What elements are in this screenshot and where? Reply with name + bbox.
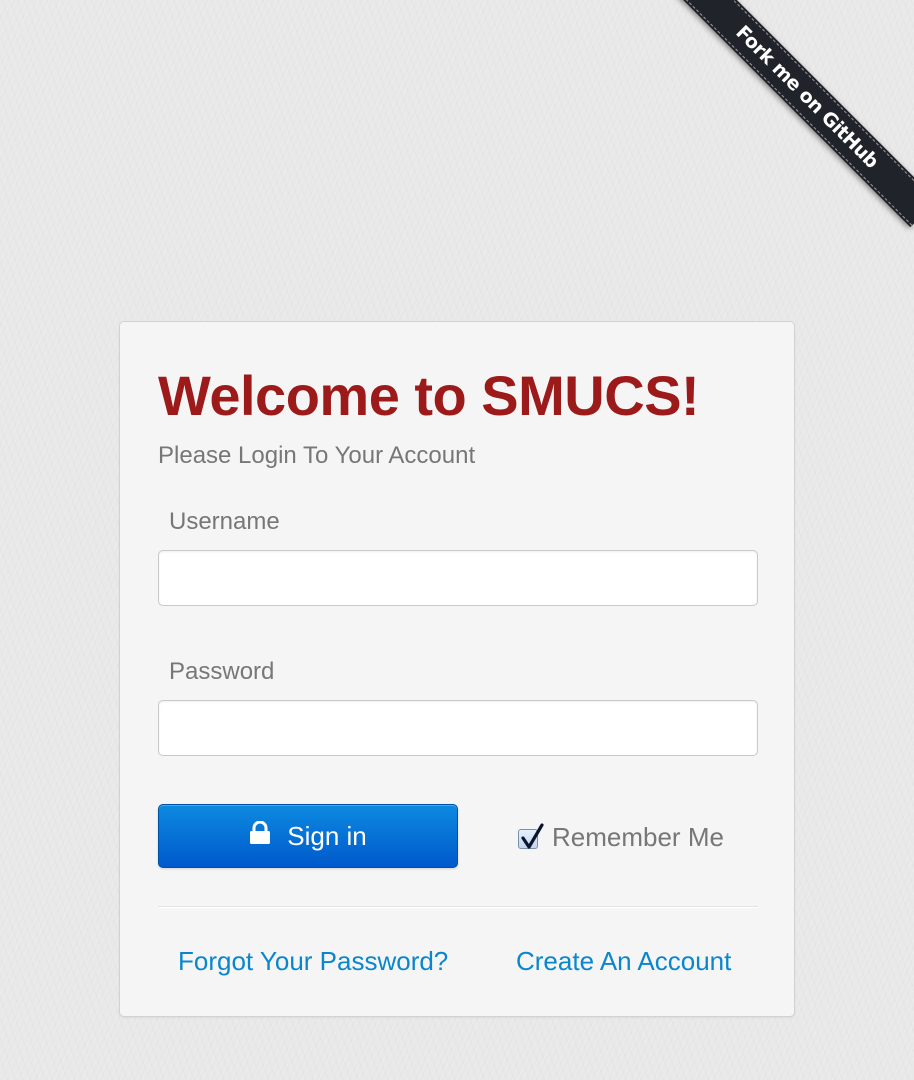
- page-subtitle: Please Login To Your Account: [158, 442, 476, 469]
- lock-icon: [249, 820, 271, 845]
- github-fork-ribbon[interactable]: Fork me on GitHub: [676, 0, 914, 228]
- password-input[interactable]: [158, 700, 758, 756]
- username-input[interactable]: [158, 550, 758, 606]
- sign-in-label: Sign in: [287, 820, 367, 851]
- sign-in-button[interactable]: Sign in: [158, 804, 458, 868]
- create-account-link[interactable]: Create An Account: [516, 946, 731, 976]
- page-title: Welcome to SMUCS!: [158, 364, 700, 427]
- remember-me-option[interactable]: Remember Me: [518, 822, 724, 852]
- checkmark-icon: [521, 823, 544, 849]
- github-ribbon-label: Fork me on GitHub: [731, 21, 883, 173]
- divider: [158, 906, 758, 908]
- remember-me-label: Remember Me: [552, 822, 724, 852]
- username-label: Username: [169, 508, 280, 535]
- login-card: Welcome to SMUCS! Please Login To Your A…: [119, 321, 795, 1017]
- github-ribbon-container: Fork me on GitHub: [614, 0, 914, 300]
- forgot-password-link[interactable]: Forgot Your Password?: [178, 946, 448, 976]
- password-label: Password: [169, 658, 275, 685]
- remember-me-checkbox[interactable]: [518, 823, 544, 849]
